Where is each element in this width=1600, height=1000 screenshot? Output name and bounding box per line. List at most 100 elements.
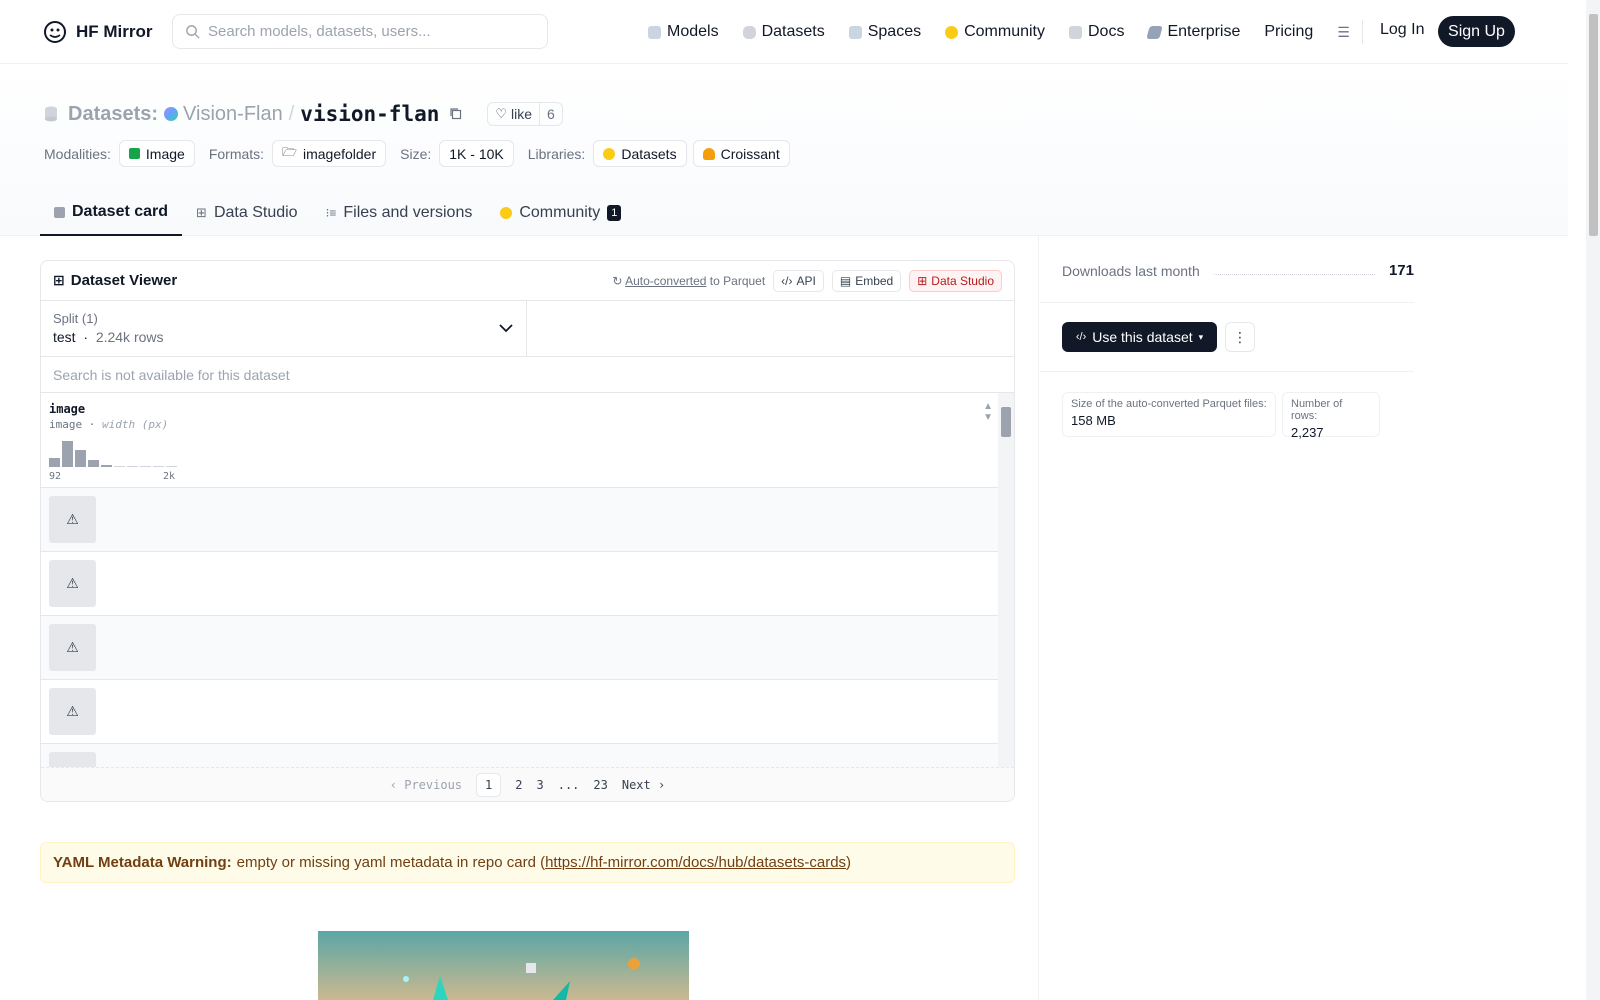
signup-button[interactable]: Sign Up: [1438, 16, 1515, 47]
tab-dataset-card[interactable]: Dataset card: [40, 190, 183, 236]
downloads-label: Downloads last month: [1062, 262, 1200, 279]
page-2[interactable]: 2: [515, 778, 522, 792]
tag-imagefolder[interactable]: 🗁 imagefolder: [272, 140, 387, 167]
logo[interactable]: HF Mirror: [42, 19, 153, 45]
histogram-bar[interactable]: [75, 450, 86, 467]
tab-files[interactable]: ⁝≡ Files and versions: [312, 190, 487, 236]
histogram-bar[interactable]: [114, 466, 125, 467]
docs-icon: [1069, 25, 1082, 39]
parquet-size-label: Size of the auto-converted Parquet files…: [1071, 398, 1267, 410]
warning-text: empty or missing yaml metadata in repo c…: [236, 854, 546, 871]
downloads-dots: [1213, 267, 1375, 275]
nav-pricing[interactable]: Pricing: [1264, 23, 1313, 41]
auto-converted-link[interactable]: Auto-converted: [625, 274, 706, 288]
prev-page-button[interactable]: ‹ Previous: [390, 778, 462, 792]
repo-name[interactable]: vision-flan: [300, 102, 439, 126]
nav-community[interactable]: Community: [945, 23, 1045, 41]
search-box[interactable]: [172, 14, 548, 49]
rows-label: Number of rows:: [1291, 398, 1343, 422]
histogram-bar[interactable]: [62, 441, 73, 467]
histogram-bar[interactable]: [127, 466, 138, 467]
broken-image-icon[interactable]: ⚠: [49, 624, 96, 671]
code-icon: ‹/›: [1075, 331, 1087, 343]
code-icon: ‹/›: [781, 273, 793, 288]
viewer-actions: ↻ Auto-converted to Parquet ‹/› API ▤ Embe…: [612, 269, 1002, 292]
like-label: like: [511, 106, 533, 122]
tag-datasets-lib[interactable]: Datasets: [593, 140, 687, 167]
table-row[interactable]: ⚠: [41, 616, 999, 680]
nav-enterprise[interactable]: Enterprise: [1146, 23, 1241, 41]
grid-icon: ⊞: [53, 272, 65, 288]
column-name: image: [49, 402, 86, 416]
table-row[interactable]: ⚠: [41, 488, 999, 552]
hist-min-label: 92: [49, 471, 62, 482]
parquet-size-value: 158 MB: [1071, 413, 1116, 428]
use-dataset-button[interactable]: ‹/› Use this dataset ▾: [1062, 322, 1217, 352]
nav-models[interactable]: Models: [648, 23, 719, 41]
page-1[interactable]: 1: [476, 772, 502, 797]
broken-image-icon[interactable]: ⚠: [49, 496, 96, 543]
refresh-icon: ↻: [612, 273, 623, 288]
tag-croissant[interactable]: Croissant: [692, 140, 790, 167]
split-selector[interactable]: Split (1) test · 2.24k rows: [41, 301, 527, 356]
nav-spaces-label: Spaces: [867, 23, 922, 40]
repo-org[interactable]: Vision-Flan: [164, 103, 283, 126]
page-scrollbar-thumb[interactable]: [1589, 14, 1598, 236]
histogram-bar[interactable]: [88, 460, 99, 467]
hist-max-label: 2k: [163, 471, 176, 482]
nav-datasets[interactable]: Datasets: [742, 23, 825, 41]
histogram-bar[interactable]: [153, 466, 164, 467]
data-studio-label: Data Studio: [931, 273, 994, 288]
tab-data-studio[interactable]: ⊞ Data Studio: [182, 190, 312, 236]
broken-image-icon[interactable]: ⚠: [49, 752, 96, 768]
broken-image-icon[interactable]: ⚠: [49, 560, 96, 607]
tab-community[interactable]: Community 1: [486, 190, 635, 236]
community-icon: [945, 25, 959, 39]
broken-image-icon[interactable]: ⚠: [49, 688, 96, 735]
nav-pricing-label: Pricing: [1264, 23, 1314, 40]
warning-link[interactable]: https://hf-mirror.com/docs/hub/datasets-…: [545, 854, 846, 871]
repo-title: Datasets: Vision-Flan / vision-flan ♡ lik…: [44, 102, 563, 126]
tag-size[interactable]: 1K - 10K: [439, 140, 514, 167]
nav-spaces[interactable]: Spaces: [848, 23, 922, 41]
nav-enterprise-label: Enterprise: [1167, 23, 1241, 40]
chevron-down-icon: [499, 324, 513, 333]
rows-stat: Number of rows: 2,237: [1282, 392, 1380, 440]
like-button[interactable]: ♡ like 6: [487, 102, 563, 126]
next-page-button[interactable]: Next ›: [622, 778, 665, 792]
histogram-bar[interactable]: [101, 465, 112, 467]
warning-title: YAML Metadata Warning:: [53, 854, 232, 871]
login-link[interactable]: Log In: [1380, 21, 1424, 39]
tag-image-label: Image: [145, 145, 185, 162]
scrollbar-thumb[interactable]: [1001, 407, 1011, 437]
table-row[interactable]: ⚠: [41, 552, 999, 616]
auto-converted-note[interactable]: ↻ Auto-converted to Parquet: [612, 274, 765, 288]
data-studio-button[interactable]: ⊞ Data Studio: [909, 269, 1002, 292]
sidebar-divider: [1038, 236, 1039, 1000]
column-histogram[interactable]: [49, 439, 177, 467]
pagination: ‹ Previous 1 2 3 ... 23 Next ›: [41, 767, 1014, 801]
copy-icon[interactable]: [449, 107, 463, 121]
hf-emoji-icon: [603, 147, 616, 160]
search-input[interactable]: [208, 23, 528, 40]
spaces-icon: [848, 25, 862, 39]
nav-menu-button[interactable]: ☰: [1337, 24, 1350, 41]
histogram-bar[interactable]: [140, 466, 151, 467]
api-button[interactable]: ‹/› API: [773, 269, 824, 292]
more-options-button[interactable]: ⋮: [1225, 322, 1255, 352]
tag-image[interactable]: Image: [118, 140, 195, 167]
embed-button[interactable]: ▤ Embed: [831, 269, 902, 292]
table-icon: ⊞: [196, 205, 207, 220]
nav-docs[interactable]: Docs: [1069, 23, 1124, 41]
sort-icon[interactable]: ▲ ▼: [983, 401, 993, 423]
histogram-bar[interactable]: [166, 466, 177, 467]
tag-size-label: 1K - 10K: [449, 145, 504, 162]
path-separator: /: [288, 102, 295, 125]
histogram-bar[interactable]: [49, 458, 60, 467]
page-scrollbar[interactable]: [1586, 0, 1600, 1000]
viewer-scrollbar[interactable]: [998, 393, 1014, 769]
page-23[interactable]: 23: [593, 778, 607, 792]
page-3[interactable]: 3: [536, 778, 543, 792]
table-row[interactable]: ⚠: [41, 680, 999, 744]
table-row[interactable]: ⚠: [41, 744, 999, 768]
